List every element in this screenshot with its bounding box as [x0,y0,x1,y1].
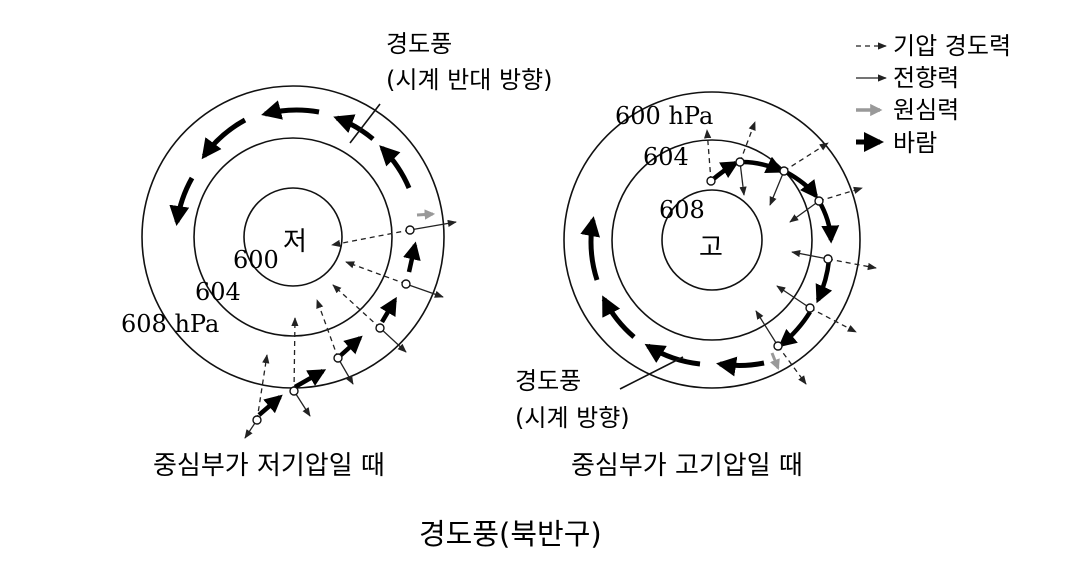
low-wind-direction: (시계 반대 방향) [386,66,552,94]
high-pressure-diagram: 고 600 hPa 604 608 경도풍 (시계 방향) 중심부가 고기압일 … [515,91,877,481]
high-wind-arcs [580,216,765,377]
low-centrifugal-arrow [416,209,436,220]
gradient-wind-diagram: 저 600 604 608 hPa 경도풍 (시계 반대 방향) 중심부가 저기… [121,30,1011,551]
low-wind-arrows [257,241,421,417]
high-coriolis-arrows [739,161,829,347]
low-pressure-gradient-arrows [256,229,411,421]
high-wind-direction: (시계 방향) [515,404,630,432]
high-isobar-label-608: 608 [659,196,705,224]
high-center-label: 고 [699,233,723,263]
low-caption: 중심부가 저기압일 때 [153,451,385,481]
legend-centrifugal-label: 원심력 [893,96,959,124]
low-isobar-label-600: 600 [233,246,279,274]
low-center-label: 저 [283,227,307,257]
low-isobar-label-608: 608 hPa [121,310,219,338]
low-wind-title: 경도풍 [386,30,452,58]
legend-coriolis-label: 전향력 [893,64,959,92]
high-leader-line [619,356,684,390]
high-caption: 중심부가 고기압일 때 [571,451,803,481]
high-pressure-gradient-arrows [704,121,877,385]
low-pressure-diagram: 저 600 604 608 hPa 경도풍 (시계 반대 방향) 중심부가 저기… [121,30,552,481]
legend-pressure-gradient-label: 기압 경도력 [893,32,1011,60]
high-wind-arrows [709,156,840,348]
main-title: 경도풍(북반구) [419,517,602,551]
high-isobar-label-600: 600 hPa [615,102,713,130]
low-isobar-label-604: 604 [195,278,241,306]
low-wind-arcs [169,100,412,226]
legend-wind-label: 바람 [893,129,937,157]
legend: 기압 경도력 전향력 원심력 바람 [856,32,1011,157]
high-wind-title: 경도풍 [515,367,581,395]
high-centrifugal-arrow [770,352,780,370]
high-isobar-label-604: 604 [643,143,689,171]
